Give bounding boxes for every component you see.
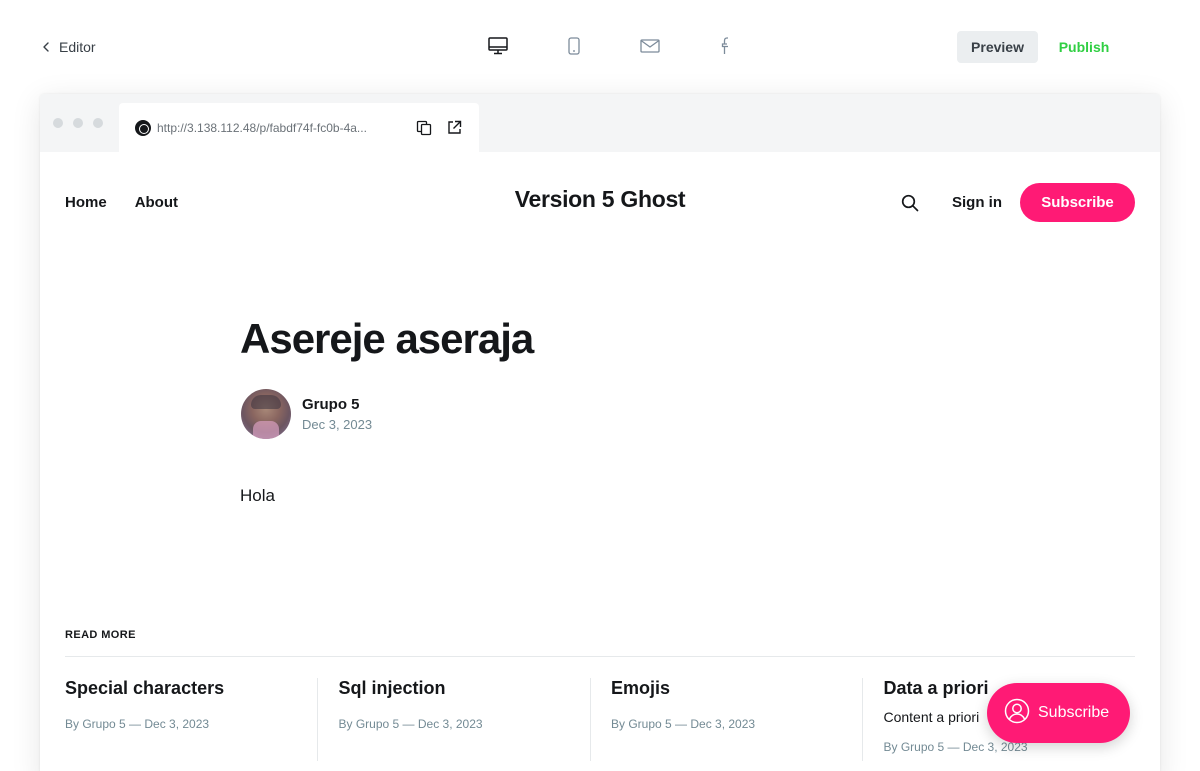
related-post-title[interactable]: Sql injection (338, 678, 590, 699)
back-label: Editor (59, 39, 96, 55)
related-post-title[interactable]: Emojis (611, 678, 863, 699)
mobile-icon (568, 36, 580, 60)
nav-home-link[interactable]: Home (65, 194, 107, 211)
author-avatar[interactable] (241, 389, 291, 439)
related-post-meta: By Grupo 5 — Dec 3, 2023 (338, 717, 483, 731)
site-search-button[interactable] (898, 191, 922, 215)
read-more-cards: Special characters By Grupo 5 — Dec 3, 2… (65, 678, 1135, 761)
portal-subscribe-button[interactable]: Subscribe (987, 683, 1130, 743)
preview-button[interactable]: Preview (957, 31, 1038, 63)
post-date: Dec 3, 2023 (302, 417, 373, 432)
search-icon (901, 194, 919, 212)
copy-url-button[interactable] (415, 119, 433, 137)
url-bar: http://3.138.112.48/p/fabdf74f-fc0b-4a..… (119, 103, 479, 152)
copy-icon (416, 120, 432, 135)
open-in-new-tab-button[interactable] (445, 119, 463, 137)
related-post-title[interactable]: Special characters (65, 678, 317, 699)
chevron-left-icon (43, 38, 51, 56)
window-dots (53, 118, 103, 128)
read-more-divider (65, 656, 1135, 657)
nav-about-link[interactable]: About (135, 194, 178, 211)
site-title[interactable]: Version 5 Ghost (515, 186, 686, 212)
email-preview-button[interactable] (636, 34, 664, 62)
editor-toolbar: Editor Preview Publish (0, 0, 1200, 94)
user-icon (1004, 698, 1030, 729)
related-post-card[interactable]: Sql injection By Grupo 5 — Dec 3, 2023 (317, 678, 590, 761)
author-meta: Grupo 5 Dec 3, 2023 (302, 396, 372, 432)
author-name[interactable]: Grupo 5 (302, 396, 372, 413)
window-dot (53, 118, 63, 128)
desktop-preview-button[interactable] (484, 34, 512, 62)
window-dot (93, 118, 103, 128)
browser-preview-frame: http://3.138.112.48/p/fabdf74f-fc0b-4a..… (40, 94, 1160, 771)
post-byline: Grupo 5 Dec 3, 2023 (241, 389, 372, 439)
read-more-heading: READ MORE (65, 629, 136, 641)
site-navigation: Home About (65, 194, 178, 211)
external-link-icon (447, 120, 461, 134)
mobile-preview-button[interactable] (560, 34, 588, 62)
publish-button[interactable]: Publish (1048, 31, 1120, 63)
facebook-preview-button[interactable] (712, 34, 740, 62)
email-icon (640, 38, 660, 58)
site-favicon-icon (135, 119, 151, 136)
preview-url[interactable]: http://3.138.112.48/p/fabdf74f-fc0b-4a..… (157, 121, 401, 135)
post-content: Hola (240, 486, 275, 505)
related-post-meta: By Grupo 5 — Dec 3, 2023 (65, 717, 210, 731)
back-to-editor-link[interactable]: Editor (43, 38, 96, 56)
related-post-card[interactable]: Special characters By Grupo 5 — Dec 3, 2… (65, 678, 317, 761)
desktop-icon (488, 36, 508, 60)
post-title: Asereje aseraja (240, 315, 534, 362)
window-dot (73, 118, 83, 128)
facebook-icon (721, 36, 731, 60)
site-preview: Home About Version 5 Ghost Sign in Subsc… (40, 152, 1160, 771)
related-post-meta: By Grupo 5 — Dec 3, 2023 (610, 717, 756, 731)
browser-chrome: http://3.138.112.48/p/fabdf74f-fc0b-4a..… (40, 94, 1160, 152)
preview-device-switcher (484, 34, 740, 62)
header-subscribe-button[interactable]: Subscribe (1020, 183, 1135, 222)
portal-subscribe-label: Subscribe (1038, 704, 1110, 721)
sign-in-link[interactable]: Sign in (952, 194, 1002, 211)
related-post-card[interactable]: Emojis By Grupo 5 — Dec 3, 2023 (589, 678, 863, 761)
